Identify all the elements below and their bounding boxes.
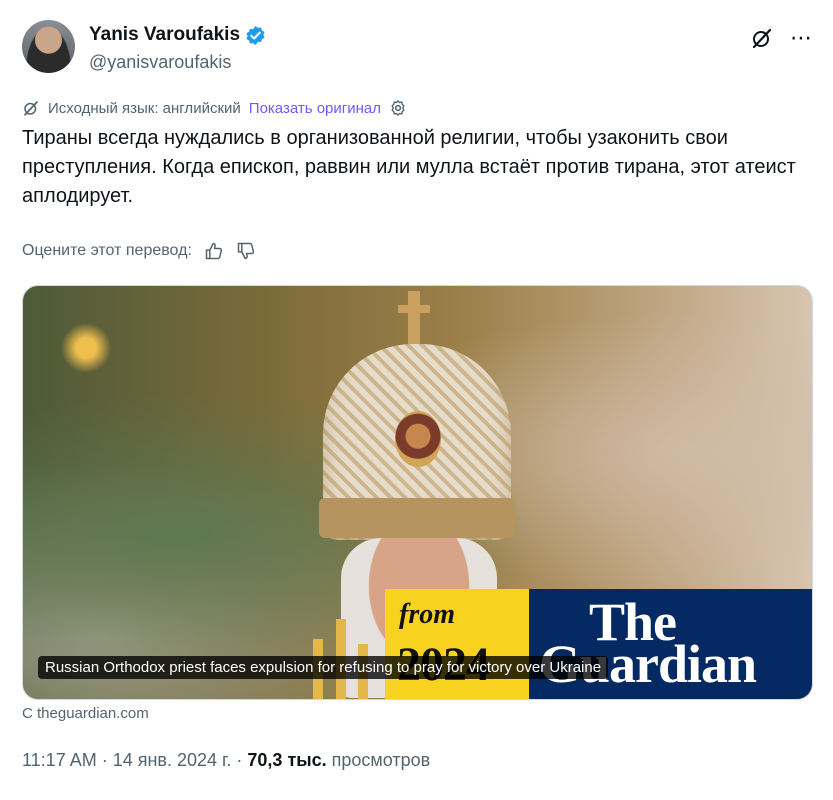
candles — [308, 581, 378, 699]
rate-translation: Оцените этот перевод: — [22, 241, 256, 261]
cross-ornament — [398, 291, 430, 347]
badge-from-text: from — [399, 599, 455, 630]
grok-icon[interactable] — [750, 26, 774, 50]
more-icon[interactable]: ⋯ — [790, 27, 812, 49]
verified-badge-icon — [246, 25, 265, 45]
card-source-link[interactable]: С theguardian.com — [22, 705, 149, 722]
tweet-time[interactable]: 11:17 AM — [22, 750, 97, 771]
view-count: 70,3 тыс. — [247, 750, 327, 770]
show-original-link[interactable]: Показать оригинал — [249, 100, 381, 117]
thumbs-down-icon[interactable] — [236, 241, 256, 261]
tweet-meta: 11:17 AM · 14 янв. 2024 г. · 70,3 тыс. п… — [22, 750, 430, 771]
card-caption: Russian Orthodox priest faces expulsion … — [38, 656, 609, 679]
guardian-logo: The Guardian — [529, 589, 812, 699]
meta-separator: · — [101, 750, 108, 770]
author-handle[interactable]: @yanisvaroufakis — [89, 52, 231, 73]
translation-bar: Исходный язык: английский Показать ориги… — [22, 99, 407, 117]
author-name-row[interactable]: Yanis Varoufakis — [89, 24, 266, 46]
tweet-date[interactable]: 14 янв. 2024 г. — [113, 750, 232, 771]
header-actions: ⋯ — [750, 26, 812, 50]
source-language-label: Исходный язык: английский — [48, 99, 241, 117]
meta-separator: · — [236, 750, 243, 770]
gear-icon[interactable] — [389, 99, 407, 117]
view-count-label: просмотров — [331, 750, 431, 770]
avatar[interactable] — [22, 20, 75, 73]
from-year-badge: from 2024 — [385, 589, 529, 699]
mitre-icon-image — [395, 411, 441, 467]
tweet-text: Тираны всегда нуждались в организованной… — [22, 127, 796, 207]
rate-translation-label: Оцените этот перевод: — [22, 242, 192, 259]
link-card[interactable]: from 2024 The Guardian Russian Orthodox … — [22, 285, 813, 700]
mitre-band — [319, 498, 515, 538]
tweet-header: Yanis Varoufakis @yanisvaroufakis ⋯ — [22, 20, 812, 80]
translate-icon — [24, 101, 38, 116]
author-name[interactable]: Yanis Varoufakis — [89, 24, 240, 46]
thumbs-up-icon[interactable] — [204, 241, 224, 261]
